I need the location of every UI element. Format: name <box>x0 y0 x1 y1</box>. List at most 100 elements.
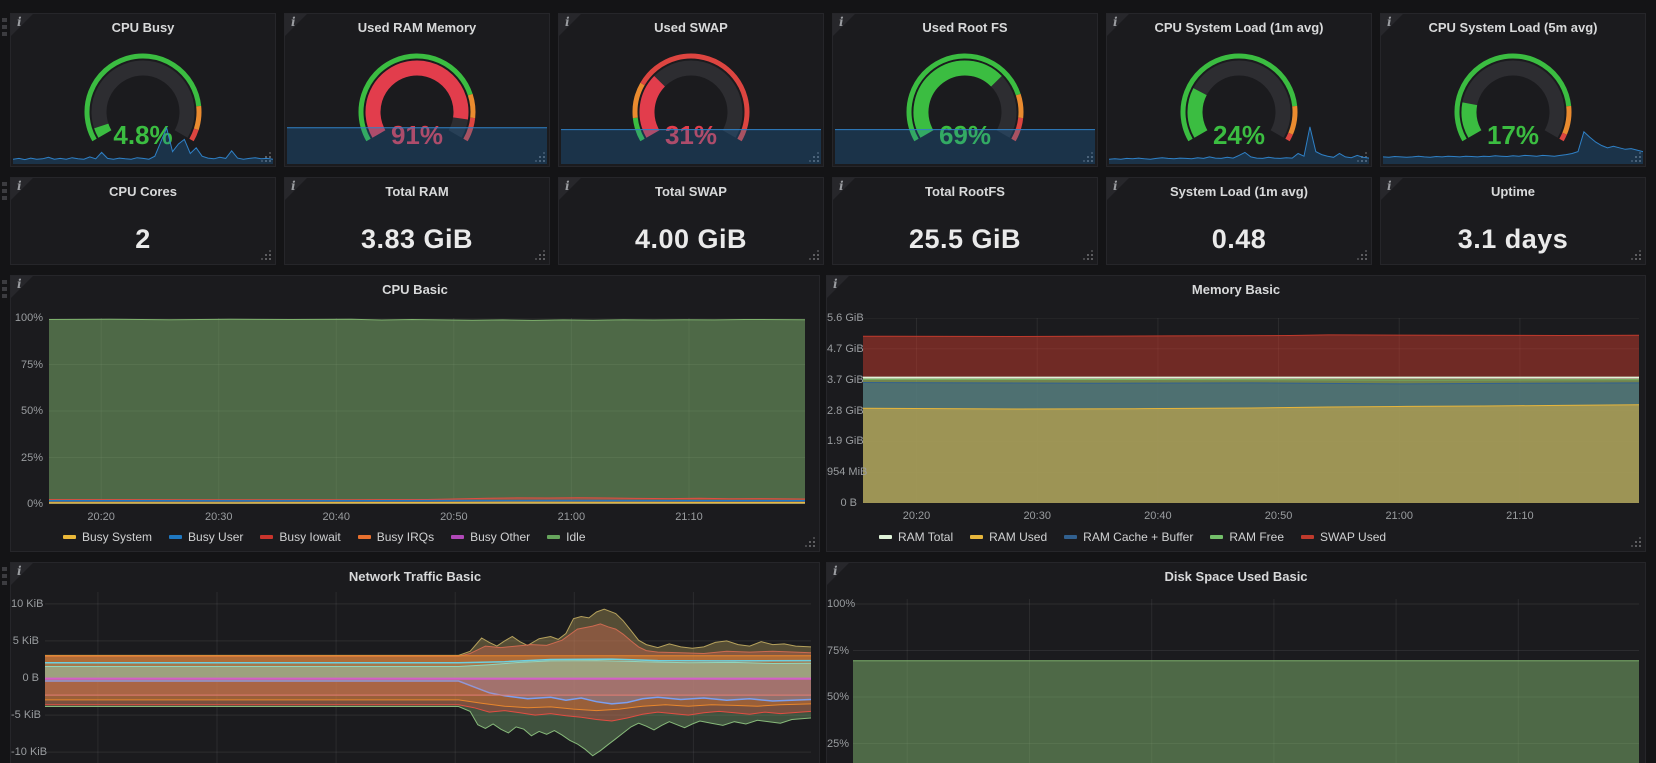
info-icon[interactable]: i <box>565 179 570 193</box>
panel-title[interactable]: Used RAM Memory <box>309 20 525 35</box>
panel-used-ram: i Used RAM Memory 91% <box>284 13 550 167</box>
legend-color-swatch <box>970 535 984 539</box>
panel-title[interactable]: Network Traffic Basic <box>35 569 795 584</box>
panel-title[interactable]: CPU System Load (1m avg) <box>1131 20 1347 35</box>
legend-item[interactable]: SWAP Used <box>1301 530 1386 544</box>
legend-item[interactable]: Busy IRQs <box>357 530 434 544</box>
info-icon[interactable]: i <box>839 15 844 29</box>
panel-corner <box>11 178 33 200</box>
y-axis-label: 25% <box>20 451 43 464</box>
y-axis-label: 50% <box>827 691 850 703</box>
panel-title[interactable]: Disk Space Used Basic <box>851 569 1621 584</box>
x-axis-label: 20:40 <box>1144 510 1172 522</box>
legend-color-swatch <box>63 535 76 539</box>
panel-title[interactable]: System Load (1m avg) <box>1131 184 1347 199</box>
panel-corner <box>833 178 855 200</box>
info-icon[interactable]: i <box>565 15 570 29</box>
panel-uptime: i Uptime 3.1 days <box>1380 177 1646 265</box>
sparkline <box>287 127 547 164</box>
row-drag-handle[interactable] <box>2 280 7 284</box>
resize-handle[interactable] <box>261 250 271 260</box>
sparkline <box>13 126 273 164</box>
y-axis-label: -5 KiB <box>11 709 41 722</box>
y-axis-label: 5.6 GiB <box>827 312 864 324</box>
y-axis-label: 100% <box>827 598 856 611</box>
panel-network-traffic: i Network Traffic Basic 10 KiB 5 KiB 0 B -5… <box>10 562 820 763</box>
x-axis-label: 21:10 <box>1506 510 1534 522</box>
resize-handle[interactable] <box>535 250 545 260</box>
resize-handle[interactable] <box>809 250 819 260</box>
panel-title[interactable]: Total RootFS <box>857 184 1073 199</box>
info-icon[interactable]: i <box>1387 15 1392 29</box>
info-icon[interactable]: i <box>17 179 22 193</box>
y-axis-label: 4.7 GiB <box>827 342 864 355</box>
y-axis-label: 2.8 GiB <box>827 404 864 417</box>
legend-color-swatch <box>451 535 465 539</box>
info-icon[interactable]: i <box>833 277 838 291</box>
legend-item[interactable]: RAM Total <box>879 530 953 544</box>
legend-color-swatch <box>1064 535 1078 539</box>
panel-title[interactable]: CPU Busy <box>35 20 251 35</box>
resize-handle[interactable] <box>1357 250 1367 260</box>
x-axis-label: 20:40 <box>322 511 351 523</box>
chart-legend: Busy System Busy User Busy Iowait Busy IRQs… <box>63 530 809 544</box>
legend-item[interactable]: Idle <box>547 530 586 544</box>
panel-title[interactable]: Total RAM <box>309 184 525 199</box>
panel-corner <box>11 563 33 585</box>
info-icon[interactable]: i <box>17 277 22 291</box>
panel-title[interactable]: CPU Basic <box>35 282 795 297</box>
legend-item[interactable]: Busy System <box>63 530 152 544</box>
legend-item[interactable]: Busy User <box>169 530 243 544</box>
panel-title[interactable]: Used Root FS <box>857 20 1073 35</box>
row-drag-handle[interactable] <box>2 182 7 186</box>
panel-title[interactable]: Memory Basic <box>851 282 1621 297</box>
info-icon[interactable]: i <box>833 564 838 578</box>
stat-value: 2 <box>135 224 151 254</box>
y-axis-label: 0% <box>27 498 43 510</box>
chart-plot-area[interactable] <box>45 592 811 763</box>
panel-corner <box>1107 14 1129 36</box>
stat-value: 0.48 <box>1211 224 1267 254</box>
info-icon[interactable]: i <box>1113 15 1118 29</box>
info-icon[interactable]: i <box>1387 179 1392 193</box>
legend-item[interactable]: RAM Used <box>970 530 1047 544</box>
legend-item[interactable]: Busy Other <box>451 530 530 544</box>
stat-value: 25.5 GiB <box>908 224 1022 254</box>
legend-color-swatch <box>1210 535 1224 539</box>
x-axis-label: 20:50 <box>1264 510 1293 522</box>
panel-corner <box>559 14 581 36</box>
info-icon[interactable]: i <box>839 179 844 193</box>
chart-plot-area[interactable] <box>49 318 805 504</box>
info-icon[interactable]: i <box>17 15 22 29</box>
y-axis-label: 75% <box>20 358 43 371</box>
y-axis-label: 100% <box>14 312 43 324</box>
resize-handle[interactable] <box>1083 250 1093 260</box>
panel-title[interactable]: CPU Cores <box>35 184 251 199</box>
chart-legend: RAM Total RAM Used RAM Cache + Buffer RAM F… <box>879 530 1635 544</box>
x-axis-label: 20:30 <box>1023 510 1051 522</box>
y-axis-label: 954 MiB <box>827 466 868 479</box>
panel-title[interactable]: Total SWAP <box>583 184 799 199</box>
panel-cpu-busy: i CPU Busy 4.8% <box>10 13 276 167</box>
chart-plot-area[interactable] <box>863 318 1639 503</box>
y-axis-label: 25% <box>827 737 850 750</box>
info-icon[interactable]: i <box>17 564 22 578</box>
panel-title[interactable]: CPU System Load (5m avg) <box>1405 20 1621 35</box>
info-icon[interactable]: i <box>1113 179 1118 193</box>
x-axis-label: 21:00 <box>557 511 586 523</box>
resize-handle[interactable] <box>1631 250 1641 260</box>
panel-title[interactable]: Uptime <box>1405 184 1621 199</box>
row-drag-handle[interactable] <box>2 18 7 22</box>
panel-load-5m-gauge: i CPU System Load (5m avg) 17% <box>1380 13 1646 167</box>
legend-item[interactable]: Busy Iowait <box>260 530 341 544</box>
legend-item[interactable]: RAM Cache + Buffer <box>1064 530 1193 544</box>
legend-item[interactable]: RAM Free <box>1210 530 1284 544</box>
x-axis-label: 21:00 <box>1385 510 1413 522</box>
panel-corner <box>1381 14 1403 36</box>
info-icon[interactable]: i <box>291 179 296 193</box>
row-drag-handle[interactable] <box>2 567 7 571</box>
info-icon[interactable]: i <box>291 15 296 29</box>
chart-plot-area[interactable] <box>853 599 1639 763</box>
panel-title[interactable]: Used SWAP <box>583 20 799 35</box>
sparkline <box>835 129 1095 164</box>
